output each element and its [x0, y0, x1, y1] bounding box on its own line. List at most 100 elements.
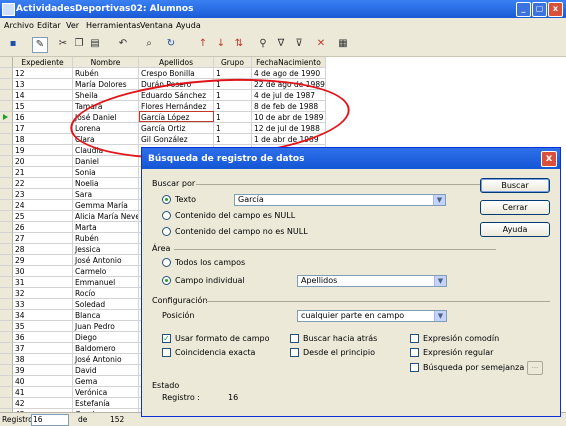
field-select[interactable]: Apellidos ▼	[297, 275, 447, 287]
table-cell[interactable]: Blanca	[73, 310, 139, 321]
desde-principio-checkbox[interactable]	[290, 348, 299, 357]
table-cell[interactable]: José Antonio	[73, 354, 139, 365]
row-header[interactable]	[0, 156, 13, 167]
menu-editar[interactable]: Editar	[37, 21, 61, 30]
row-header[interactable]	[0, 398, 13, 409]
menu-ver[interactable]: Ver	[66, 21, 79, 30]
row-header[interactable]	[0, 101, 13, 112]
filter-icon[interactable]: ∇	[274, 37, 288, 51]
row-header[interactable]	[0, 288, 13, 299]
table-cell[interactable]: 27	[13, 233, 73, 244]
edit-icon[interactable]: ✎	[32, 37, 48, 53]
table-cell[interactable]: 22	[13, 178, 73, 189]
table-cell[interactable]: 4 de ago de 1990	[252, 68, 326, 79]
table-cell[interactable]: María Dolores	[73, 79, 139, 90]
row-header[interactable]	[0, 387, 13, 398]
table-cell[interactable]: 41	[13, 387, 73, 398]
row-header[interactable]	[0, 178, 13, 189]
table-cell[interactable]: 21	[13, 167, 73, 178]
row-header[interactable]	[0, 332, 13, 343]
table-cell[interactable]: 34	[13, 310, 73, 321]
ayuda-button[interactable]: Ayuda	[480, 222, 550, 237]
table-cell[interactable]: Crespo Bonilla	[139, 68, 214, 79]
menu-ayuda[interactable]: Ayuda	[176, 21, 201, 30]
table-cell[interactable]: Gemma María	[73, 200, 139, 211]
table-cell[interactable]: Gema	[73, 376, 139, 387]
table-cell[interactable]: 24	[13, 200, 73, 211]
row-header[interactable]	[0, 321, 13, 332]
table-cell[interactable]: 36	[13, 332, 73, 343]
usar-formato-checkbox[interactable]: ✓	[162, 334, 171, 343]
table-cell[interactable]: Daniel	[73, 156, 139, 167]
row-header[interactable]	[0, 90, 13, 101]
row-header[interactable]	[0, 211, 13, 222]
copy-icon[interactable]: ❐	[72, 37, 86, 51]
table-cell[interactable]: Juan Pedro	[73, 321, 139, 332]
table-cell[interactable]: 25	[13, 211, 73, 222]
row-header[interactable]	[0, 145, 13, 156]
busqueda-semejanza-checkbox[interactable]	[410, 363, 419, 372]
remove-filter-icon[interactable]: ✕	[314, 37, 328, 51]
row-header[interactable]	[0, 79, 13, 90]
column-header[interactable]: Apellidos	[139, 57, 214, 68]
table-cell[interactable]: Noelia	[73, 178, 139, 189]
not-null-radio[interactable]	[162, 227, 171, 236]
table-cell[interactable]: 16	[13, 112, 73, 123]
row-header[interactable]	[0, 123, 13, 134]
table-cell[interactable]: 38	[13, 354, 73, 365]
expresion-regular-checkbox[interactable]	[410, 348, 419, 357]
row-header[interactable]	[0, 112, 13, 123]
sort-descending-icon[interactable]: ↓	[214, 37, 228, 51]
save-icon[interactable]: ▪	[6, 37, 20, 51]
campo-individual-radio[interactable]	[162, 276, 171, 285]
table-cell[interactable]: 28	[13, 244, 73, 255]
sort-ascending-icon[interactable]: ↑	[196, 37, 210, 51]
table-cell[interactable]: 35	[13, 321, 73, 332]
row-header[interactable]	[0, 277, 13, 288]
row-header[interactable]	[0, 343, 13, 354]
row-header[interactable]	[0, 57, 13, 68]
maximize-button[interactable]: ▢	[532, 2, 547, 17]
search-text-input[interactable]: García ▼	[234, 194, 446, 206]
table-cell[interactable]: Diego	[73, 332, 139, 343]
refresh-icon[interactable]: ↻	[164, 37, 178, 51]
expresion-comodin-checkbox[interactable]	[410, 334, 419, 343]
table-cell[interactable]: Emmanuel	[73, 277, 139, 288]
row-header[interactable]	[0, 266, 13, 277]
row-header[interactable]	[0, 376, 13, 387]
row-header[interactable]	[0, 365, 13, 376]
cerrar-button[interactable]: Cerrar	[480, 200, 550, 215]
similarity-options-button[interactable]: ...	[527, 361, 543, 375]
table-cell[interactable]: 15	[13, 101, 73, 112]
row-header[interactable]	[0, 189, 13, 200]
column-header[interactable]: Nombre	[73, 57, 139, 68]
table-cell[interactable]: 39	[13, 365, 73, 376]
table-cell[interactable]: 13	[13, 79, 73, 90]
table-cell[interactable]: 40	[13, 376, 73, 387]
sort-icon[interactable]: ⇅	[232, 37, 246, 51]
table-cell[interactable]: David	[73, 365, 139, 376]
menu-archivo[interactable]: Archivo	[4, 21, 34, 30]
table-cell[interactable]: Rocío	[73, 288, 139, 299]
row-header[interactable]	[0, 222, 13, 233]
table-cell[interactable]: Baldomero	[73, 343, 139, 354]
table-cell[interactable]: 32	[13, 288, 73, 299]
column-header[interactable]: Expediente	[13, 57, 73, 68]
table-cell[interactable]: 31	[13, 277, 73, 288]
table-cell[interactable]: Marta	[73, 222, 139, 233]
standard-filter-icon[interactable]: ⊽	[292, 37, 306, 51]
table-cell[interactable]: 20	[13, 156, 73, 167]
table-cell[interactable]: 26	[13, 222, 73, 233]
table-cell[interactable]: 1	[214, 68, 252, 79]
minimize-button[interactable]: _	[516, 2, 531, 17]
table-cell[interactable]: 12	[13, 68, 73, 79]
row-header[interactable]	[0, 354, 13, 365]
table-cell[interactable]: Jessica	[73, 244, 139, 255]
table-cell[interactable]: 23	[13, 189, 73, 200]
table-cell[interactable]: 18	[13, 134, 73, 145]
column-header[interactable]: Grupo	[214, 57, 252, 68]
chevron-down-icon[interactable]: ▼	[434, 276, 446, 286]
coincidencia-checkbox[interactable]	[162, 348, 171, 357]
row-header[interactable]	[0, 167, 13, 178]
table-cell[interactable]: 29	[13, 255, 73, 266]
